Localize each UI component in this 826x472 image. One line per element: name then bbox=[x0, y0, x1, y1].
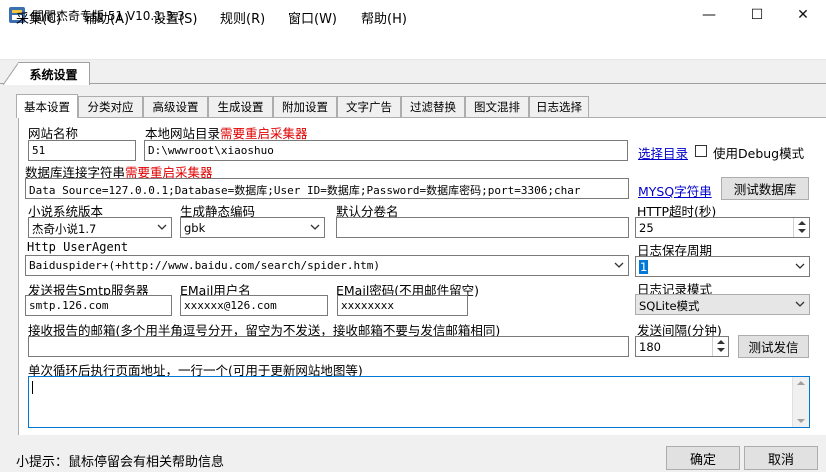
log-mode-value: SQLite模式 bbox=[639, 299, 700, 313]
tab-generate-settings[interactable]: 生成设置 bbox=[208, 96, 273, 117]
test-db-button[interactable]: 测试数据库 bbox=[721, 177, 809, 200]
encoding-value: gbk bbox=[184, 221, 206, 235]
useragent-select[interactable]: Baiduspider+(+http://www.baidu.com/searc… bbox=[25, 255, 629, 276]
menu-bar bbox=[0, 30, 826, 60]
smtp-input[interactable]: smtp.126.com bbox=[25, 295, 172, 316]
send-interval-stepper[interactable]: 180 bbox=[635, 336, 729, 357]
novel-version-value: 杰奇小说1.7 bbox=[32, 222, 97, 236]
log-period-value: 1 bbox=[639, 260, 649, 274]
tab-basic-settings[interactable]: 基本设置 bbox=[16, 94, 78, 118]
close-button[interactable]: ✕ bbox=[780, 0, 826, 30]
footer-tip: 小提示：鼠标停留会有相关帮助信息 bbox=[16, 455, 225, 470]
log-mode-select[interactable]: SQLite模式 bbox=[635, 294, 810, 315]
menu-window[interactable]: 窗口(W) bbox=[288, 8, 337, 27]
novel-version-select[interactable]: 杰奇小说1.7 bbox=[28, 217, 172, 238]
email-user-input[interactable]: xxxxxx@126.com bbox=[180, 295, 328, 316]
receiver-input[interactable] bbox=[28, 336, 629, 357]
encoding-select[interactable]: gbk bbox=[180, 217, 325, 238]
http-timeout-stepper[interactable]: 25 bbox=[635, 217, 810, 238]
ok-button[interactable]: 确定 bbox=[666, 446, 740, 470]
textarea-scrollbar[interactable] bbox=[792, 377, 809, 427]
menu-rules[interactable]: 规则(R) bbox=[220, 8, 265, 27]
tab-text-ads[interactable]: 文字广告 bbox=[337, 96, 401, 117]
tab-image-text-mix[interactable]: 图文混排 bbox=[465, 96, 529, 117]
test-send-button[interactable]: 测试发信 bbox=[738, 335, 809, 358]
loop-url-textarea[interactable] bbox=[28, 376, 810, 428]
default-volume-input[interactable] bbox=[336, 217, 629, 238]
choose-dir-link[interactable]: 选择目录 bbox=[638, 143, 688, 162]
cancel-button[interactable]: 取消 bbox=[744, 446, 818, 470]
chevron-down-icon bbox=[614, 262, 624, 268]
chevron-down-icon bbox=[795, 301, 805, 307]
menu-help[interactable]: 帮助(H) bbox=[361, 8, 407, 27]
minimize-icon: — bbox=[702, 7, 716, 23]
mysql-string-link[interactable]: MYSQ字符串 bbox=[638, 181, 712, 200]
tab-log-select[interactable]: 日志选择 bbox=[529, 96, 589, 117]
menu-settings[interactable]: 设置(S) bbox=[153, 8, 197, 27]
close-icon: ✕ bbox=[797, 7, 809, 23]
stepper-arrows-icon[interactable] bbox=[712, 337, 728, 356]
useragent-label: Http UserAgent bbox=[27, 240, 129, 254]
local-dir-warning: 需要重启采集器 bbox=[220, 126, 308, 141]
http-timeout-value: 25 bbox=[639, 221, 654, 235]
tab-filter-replace[interactable]: 过滤替换 bbox=[401, 96, 465, 117]
chevron-down-icon bbox=[795, 263, 805, 269]
local-dir-input[interactable]: D:\wwwroot\xiaoshuo bbox=[144, 140, 628, 161]
document-tab-strip bbox=[0, 62, 826, 84]
send-interval-value: 180 bbox=[639, 340, 661, 354]
tab-system-settings[interactable]: 系统设置 bbox=[18, 62, 90, 85]
debug-checkbox[interactable] bbox=[695, 145, 707, 157]
chevron-down-icon bbox=[157, 224, 167, 230]
tab-category-mapping[interactable]: 分类对应 bbox=[78, 96, 143, 117]
menu-collect[interactable]: 采集(C) bbox=[16, 8, 61, 27]
useragent-value: Baiduspider+(+http://www.baidu.com/searc… bbox=[29, 259, 380, 272]
tab-advanced-settings[interactable]: 高级设置 bbox=[143, 96, 208, 117]
tab-extra-settings[interactable]: 附加设置 bbox=[273, 96, 337, 117]
menu-assist[interactable]: 辅助(A) bbox=[84, 8, 129, 27]
minimize-button[interactable]: — bbox=[686, 0, 732, 30]
debug-label: 使用Debug模式 bbox=[713, 146, 805, 161]
email-pass-input[interactable]: xxxxxxxx bbox=[337, 295, 468, 316]
db-conn-input[interactable]: Data Source=127.0.0.1;Database=数据库;User … bbox=[25, 178, 629, 199]
chevron-down-icon bbox=[310, 224, 320, 230]
site-name-input[interactable]: 51 bbox=[28, 140, 136, 161]
maximize-icon: ☐ bbox=[750, 7, 764, 23]
text-caret bbox=[32, 381, 33, 394]
stepper-arrows-icon[interactable] bbox=[793, 218, 809, 237]
maximize-button[interactable]: ☐ bbox=[734, 0, 780, 30]
log-period-select[interactable]: 1 bbox=[635, 256, 810, 277]
